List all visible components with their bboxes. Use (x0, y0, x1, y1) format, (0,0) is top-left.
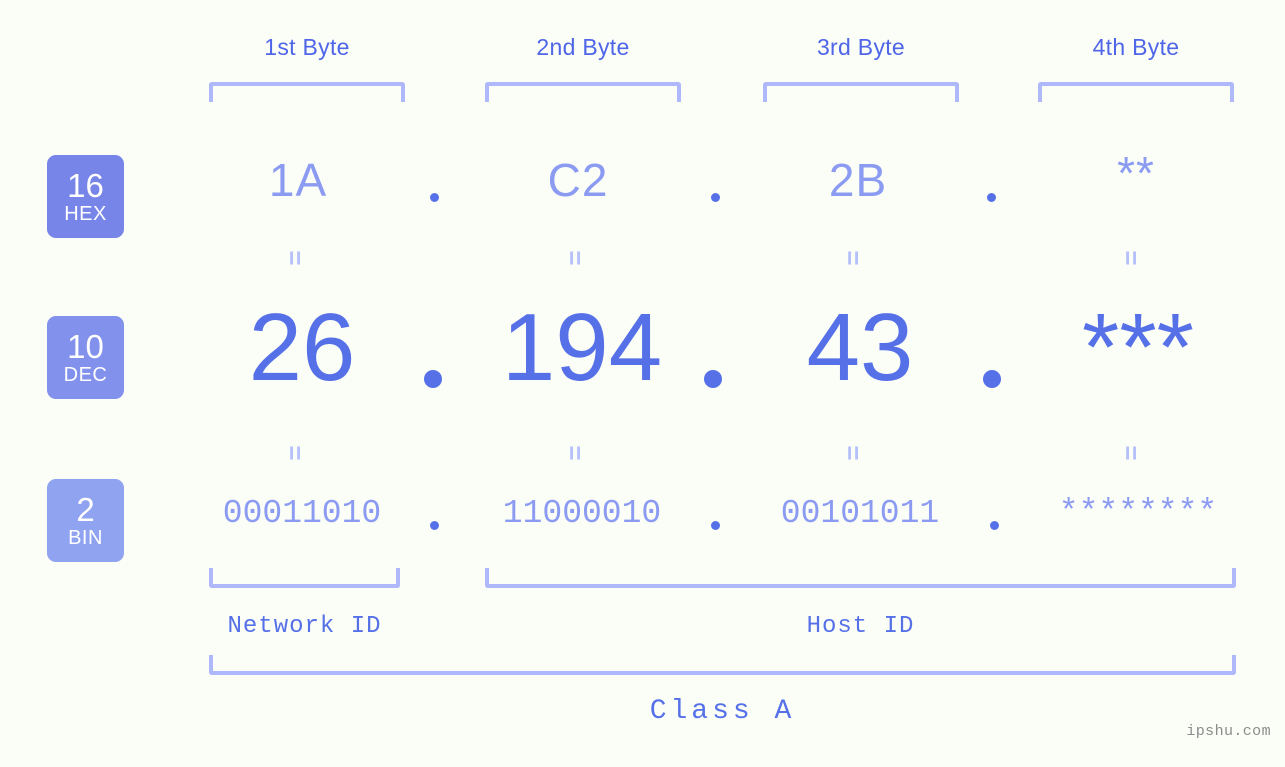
dec-byte-4: *** (1081, 294, 1195, 401)
hex-byte-3: 2B (828, 154, 888, 206)
bin-separator-1 (430, 521, 439, 530)
byte-bracket-1 (209, 82, 405, 102)
hex-separator-3 (987, 193, 996, 202)
equals-separator-1-4: = (1116, 250, 1147, 266)
host-id-label: Host ID (806, 613, 915, 640)
hex-separator-1 (430, 193, 439, 202)
hex-byte-1: 1A (268, 154, 328, 206)
equals-separator-1-3: = (838, 250, 869, 266)
hex-separator-2 (711, 193, 720, 202)
base-badge-bin: 2 BIN (47, 479, 124, 562)
equals-separator-2-3: = (838, 445, 869, 461)
dec-byte-1: 26 (248, 294, 356, 401)
dec-byte-3: 43 (806, 294, 914, 401)
equals-separator-2-1: = (280, 445, 311, 461)
byte-bracket-4 (1038, 82, 1234, 102)
dec-separator-2 (704, 370, 722, 388)
dec-separator-1 (424, 370, 442, 388)
base-badge-bin-name: BIN (68, 527, 103, 549)
host-id-bracket (485, 568, 1236, 588)
byte-bracket-2 (485, 82, 681, 102)
bin-separator-2 (711, 521, 720, 530)
bin-byte-2: 11000010 (502, 495, 662, 532)
equals-separator-1-2: = (560, 250, 591, 266)
byte-header-1: 1st Byte (264, 34, 350, 60)
dec-separator-3 (983, 370, 1001, 388)
equals-separator-2-2: = (560, 445, 591, 461)
byte-header-2: 2nd Byte (536, 34, 630, 60)
base-badge-hex-name: HEX (64, 203, 107, 225)
equals-separator-1-1: = (280, 250, 311, 266)
byte-header-4: 4th Byte (1092, 34, 1180, 60)
base-badge-dec-number: 10 (67, 328, 104, 365)
base-badge-dec: 10 DEC (47, 316, 124, 399)
network-id-bracket (209, 568, 400, 588)
equals-separator-2-4: = (1116, 445, 1147, 461)
bin-separator-3 (990, 521, 999, 530)
hex-byte-2: C2 (547, 154, 609, 206)
bin-byte-4: ******** (1058, 494, 1218, 531)
ip-breakdown-diagram: 16 HEX 10 DEC 2 BIN 1st Byte 2nd Byte 3r… (0, 0, 1285, 767)
base-badge-hex-number: 16 (67, 167, 104, 204)
base-badge-dec-name: DEC (63, 364, 108, 386)
base-badge-bin-number: 2 (76, 491, 95, 528)
hex-byte-4: ** (1117, 147, 1155, 199)
watermark: ipshu.com (1186, 723, 1271, 740)
byte-header-3: 3rd Byte (816, 34, 906, 60)
base-badge-hex: 16 HEX (47, 155, 124, 238)
class-bracket (209, 655, 1236, 675)
class-label: Class A (649, 696, 796, 727)
network-id-label: Network ID (227, 613, 382, 640)
bin-byte-1: 00011010 (222, 495, 382, 532)
byte-bracket-3 (763, 82, 959, 102)
dec-byte-2: 194 (501, 294, 663, 401)
bin-byte-3: 00101011 (780, 495, 940, 532)
